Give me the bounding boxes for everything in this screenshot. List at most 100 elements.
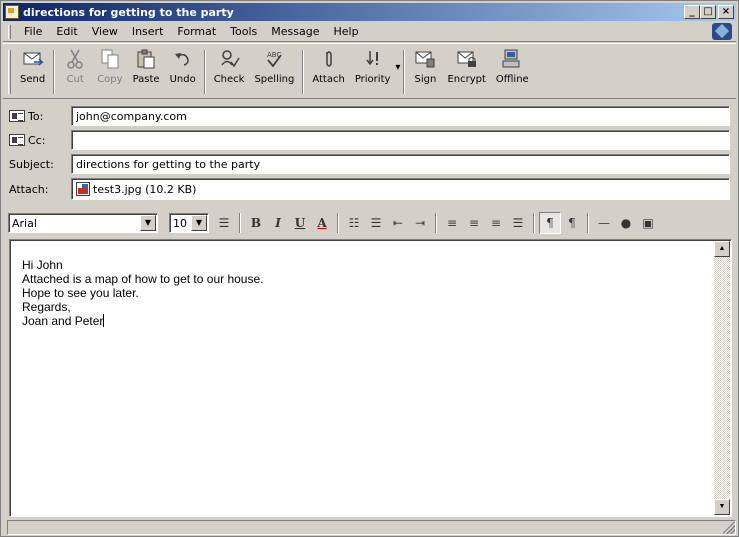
priority-dropdown-arrow[interactable]: ▾ [395, 62, 400, 73]
rtl-direction-icon[interactable]: ¶ [561, 212, 583, 234]
cc-row: Cc: [9, 129, 730, 151]
to-label-button[interactable]: To: [9, 110, 71, 123]
window-controls: _ □ × [684, 5, 734, 19]
menu-edit[interactable]: Edit [49, 25, 84, 38]
encrypt-label: Encrypt [447, 74, 486, 85]
underline-icon[interactable]: U [289, 212, 311, 234]
italic-icon[interactable]: I [267, 212, 289, 234]
menu-view[interactable]: View [85, 25, 125, 38]
attach-button[interactable]: Attach [307, 48, 349, 85]
hyperlink-icon[interactable]: ● [615, 212, 637, 234]
ltr-direction-icon[interactable]: ¶ [539, 212, 561, 234]
chevron-down-icon[interactable]: ▼ [191, 215, 207, 231]
align-right-icon[interactable]: ≡ [485, 212, 507, 234]
menu-message[interactable]: Message [264, 25, 326, 38]
paperclip-icon [318, 48, 340, 70]
attach-field[interactable]: test3.jpg (10.2 KB) [71, 178, 730, 200]
formatting-toolbar: Arial ▼ 10 ▼ ☰ B I U A ☷ ☰ ⇤ ⇥ ≡ ≡ ≡ ☰ ¶… [3, 209, 736, 237]
lock-icon [456, 48, 478, 70]
to-field[interactable]: john@company.com [71, 106, 730, 126]
scroll-up-button[interactable]: ▲ [714, 241, 730, 257]
close-button[interactable]: × [718, 5, 734, 19]
body-line-last: Joan and Peter [22, 314, 263, 328]
spelling-label: Spelling [254, 74, 295, 85]
resize-grip-icon[interactable] [723, 522, 735, 534]
bulleted-list-icon[interactable]: ☰ [365, 212, 387, 234]
encrypt-button[interactable]: Encrypt [442, 48, 490, 85]
undo-button[interactable]: Undo [165, 48, 201, 85]
horizontal-line-icon[interactable]: — [593, 212, 615, 234]
scroll-down-button[interactable]: ▼ [714, 499, 730, 515]
copy-button[interactable]: Copy [92, 48, 127, 85]
message-text[interactable]: Hi John Attached is a map of how to get … [22, 258, 263, 328]
maximize-button[interactable]: □ [700, 5, 716, 19]
bold-icon[interactable]: B [245, 212, 267, 234]
attach-row: Attach: test3.jpg (10.2 KB) [9, 177, 730, 201]
format-separator [587, 213, 589, 233]
check-label: Check [213, 74, 245, 85]
cc-field[interactable] [71, 130, 730, 150]
vertical-scrollbar[interactable]: ▲ ▼ [714, 241, 730, 515]
font-select[interactable]: Arial ▼ [8, 213, 158, 233]
format-separator [337, 213, 339, 233]
offline-icon [501, 48, 523, 70]
menu-file[interactable]: File [17, 25, 49, 38]
sign-icon [414, 48, 436, 70]
format-separator [239, 213, 241, 233]
menu-format[interactable]: Format [170, 25, 223, 38]
priority-label: Priority [354, 74, 391, 85]
undo-icon [172, 48, 194, 70]
paste-button[interactable]: Paste [128, 48, 165, 85]
cut-button[interactable]: Cut [58, 48, 92, 85]
align-center-icon[interactable]: ≡ [463, 212, 485, 234]
chevron-down-icon[interactable]: ▼ [140, 215, 156, 231]
message-body[interactable]: Hi John Attached is a map of how to get … [9, 239, 732, 517]
spelling-icon: ABC [263, 48, 285, 70]
font-color-icon[interactable]: A [311, 212, 333, 234]
minimize-button[interactable]: _ [684, 5, 700, 19]
attach-label: Attach [312, 74, 345, 85]
status-bar [3, 519, 736, 536]
subject-label: Subject: [9, 157, 54, 171]
paragraph-style-icon[interactable]: ☰ [213, 212, 235, 234]
check-names-button[interactable]: Check [209, 48, 250, 85]
menu-tools[interactable]: Tools [223, 25, 264, 38]
cc-label: Cc: [28, 133, 46, 147]
increase-indent-icon[interactable]: ⇥ [409, 212, 431, 234]
spelling-button[interactable]: ABC Spelling [249, 48, 299, 85]
font-size-select[interactable]: 10 ▼ [169, 213, 209, 233]
font-size: 10 [173, 216, 187, 230]
attach-label-text: Attach: [9, 182, 49, 196]
address-book-icon [9, 134, 25, 146]
sign-label: Sign [414, 74, 437, 85]
attachment-item[interactable]: test3.jpg (10.2 KB) [93, 183, 196, 196]
address-book-icon [9, 110, 25, 122]
body-line: Joan and Peter [22, 314, 104, 328]
send-icon [22, 48, 44, 70]
toolbar-separator [53, 50, 56, 94]
main-toolbar: Send Cut Copy Paste Undo Check ABC Spell… [3, 43, 736, 99]
priority-icon [362, 48, 384, 70]
menu-insert[interactable]: Insert [125, 25, 171, 38]
body-line: Hope to see you later. [22, 286, 139, 300]
decrease-indent-icon[interactable]: ⇤ [387, 212, 409, 234]
sign-button[interactable]: Sign [408, 48, 442, 85]
title-bar[interactable]: directions for getting to the party _ □ … [3, 3, 736, 21]
send-button[interactable]: Send [15, 48, 50, 85]
offline-button[interactable]: Offline [491, 48, 534, 85]
to-label: To: [28, 109, 44, 123]
windows-logo-icon [712, 23, 732, 40]
menu-help[interactable]: Help [327, 25, 366, 38]
paste-label: Paste [132, 74, 160, 85]
insert-picture-icon[interactable]: ▣ [637, 212, 659, 234]
align-left-icon[interactable]: ≡ [441, 212, 463, 234]
numbered-list-icon[interactable]: ☷ [343, 212, 365, 234]
menu-bar: File Edit View Insert Format Tools Messa… [3, 22, 736, 42]
copy-label: Copy [97, 74, 123, 85]
justify-icon[interactable]: ☰ [507, 212, 529, 234]
cc-label-button[interactable]: Cc: [9, 134, 71, 147]
subject-row: Subject: directions for getting to the p… [9, 153, 730, 175]
format-separator [435, 213, 437, 233]
subject-field[interactable]: directions for getting to the party [71, 154, 730, 174]
priority-button[interactable]: Priority [350, 48, 396, 85]
